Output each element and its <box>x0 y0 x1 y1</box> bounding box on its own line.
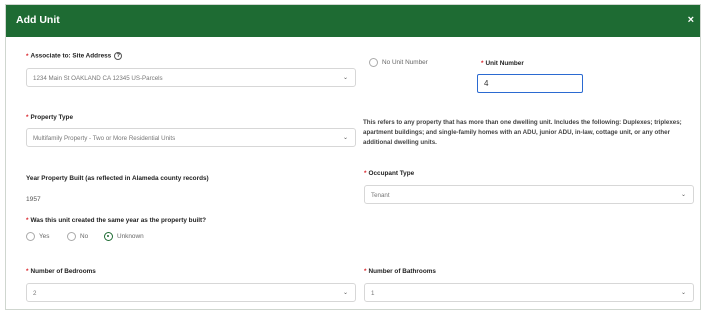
property-type-value: Multifamily Property - Two or More Resid… <box>33 135 176 142</box>
close-icon[interactable]: × <box>688 13 694 27</box>
chevron-down-icon: ⌄ <box>342 135 348 141</box>
no-unit-number-radio[interactable] <box>369 58 378 67</box>
bathrooms-value: 1 <box>371 290 375 297</box>
chevron-down-icon: ⌄ <box>680 192 686 198</box>
no-unit-number-option[interactable]: No Unit Number <box>369 58 428 67</box>
required-marker: * <box>481 60 484 67</box>
bathrooms-select[interactable]: 1 ⌄ <box>364 283 694 302</box>
chevron-down-icon: ⌄ <box>680 290 686 296</box>
same-year-label-text: Was this unit created the same year as t… <box>30 217 207 224</box>
occupant-type-label: * Occupant Type <box>364 170 414 177</box>
property-type-label-text: Property Type <box>30 114 74 121</box>
property-type-select[interactable]: Multifamily Property - Two or More Resid… <box>26 128 356 147</box>
same-year-option-unknown[interactable]: Unknown <box>104 232 144 241</box>
same-year-radio-no[interactable] <box>67 232 76 241</box>
chevron-down-icon: ⌄ <box>342 75 348 81</box>
required-marker: * <box>26 52 29 60</box>
required-marker: * <box>26 268 29 275</box>
site-address-select[interactable]: 1234 Main St OAKLAND CA 12345 US-Parcels… <box>26 68 356 87</box>
dialog-header: Add Unit × <box>6 5 700 37</box>
chevron-down-icon: ⌄ <box>342 290 348 296</box>
same-year-radio-yes[interactable] <box>26 232 35 241</box>
same-year-option-no[interactable]: No <box>67 232 88 241</box>
required-marker: * <box>26 114 29 121</box>
unit-number-label: * Unit Number <box>481 60 524 67</box>
site-address-label: * Associate to: Site Address? <box>26 52 123 60</box>
help-icon[interactable]: ? <box>114 52 123 60</box>
required-marker: * <box>26 217 29 224</box>
occupant-type-label-text: Occupant Type <box>368 170 415 177</box>
add-unit-dialog: Add Unit × * Associate to: Site Address? … <box>5 4 701 310</box>
unit-number-label-text: Unit Number <box>485 60 524 67</box>
dialog-title: Add Unit <box>16 14 60 26</box>
bathrooms-label: * Number of Bathrooms <box>364 268 436 275</box>
year-built-label: Year Property Built (as reflected in Ala… <box>26 175 209 182</box>
unit-number-input[interactable]: 4 <box>477 74 583 93</box>
no-unit-number-label: No Unit Number <box>382 59 428 66</box>
occupant-type-select[interactable]: Tenant ⌄ <box>364 185 694 204</box>
property-type-help-text: This refers to any property that has mor… <box>363 119 682 146</box>
bedrooms-value: 2 <box>33 290 37 297</box>
bedrooms-label-text: Number of Bedrooms <box>30 268 96 275</box>
bedrooms-label: * Number of Bedrooms <box>26 268 96 275</box>
same-year-option-yes[interactable]: Yes <box>26 232 49 241</box>
site-address-label-text: Associate to: Site Address <box>30 52 112 60</box>
bedrooms-select[interactable]: 2 ⌄ <box>26 283 356 302</box>
required-marker: * <box>364 170 367 177</box>
required-marker: * <box>364 268 367 275</box>
same-year-label-no: No <box>80 233 89 240</box>
site-address-value: 1234 Main St OAKLAND CA 12345 US-Parcels <box>33 75 163 82</box>
unit-number-value: 4 <box>484 79 489 88</box>
occupant-type-value: Tenant <box>371 192 390 199</box>
same-year-radio-unknown[interactable] <box>104 232 113 241</box>
year-built-value: 1957 <box>26 196 41 203</box>
same-year-label: * Was this unit created the same year as … <box>26 217 206 224</box>
same-year-label-yes: Yes <box>39 233 50 240</box>
bathrooms-label-text: Number of Bathrooms <box>368 268 436 275</box>
property-type-label: * Property Type <box>26 114 73 121</box>
same-year-label-unknown: Unknown <box>117 233 144 240</box>
